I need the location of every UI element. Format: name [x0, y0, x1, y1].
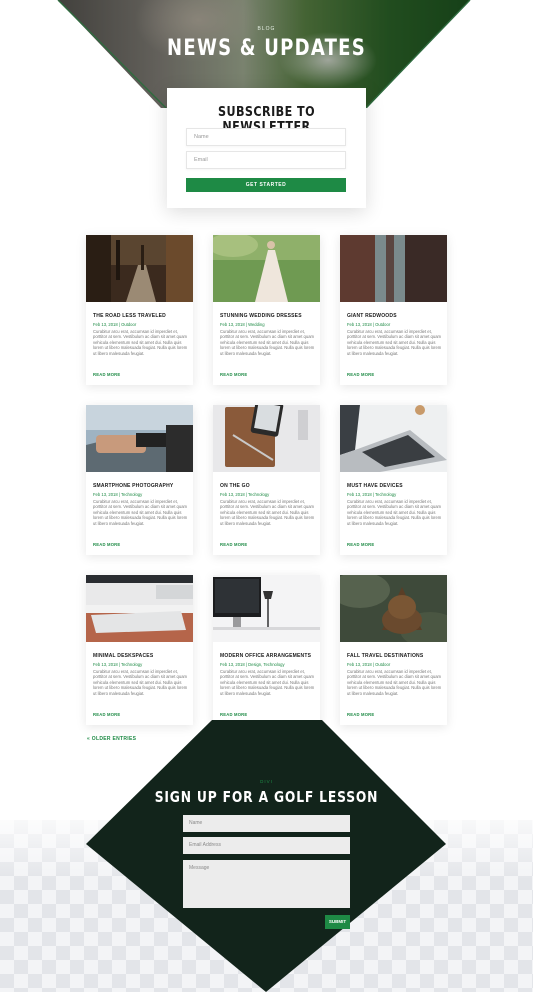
- phone-notebook-photo[interactable]: [213, 405, 320, 472]
- post-meta[interactable]: Feb 13, 2018 | Design, Technology: [220, 662, 285, 667]
- post-excerpt: Curabitur arcu erat, accumsan id imperdi…: [93, 669, 188, 696]
- blog-card: STUNNING WEDDING DRESSES Feb 13, 2018 | …: [213, 235, 320, 385]
- blog-card: SMARTPHONE PHOTOGRAPHY Feb 13, 2018 | Te…: [86, 405, 193, 555]
- post-meta[interactable]: Feb 13, 2018 | Wedding: [220, 322, 265, 327]
- post-excerpt: Curabitur arcu erat, accumsan id imperdi…: [220, 669, 315, 696]
- post-title[interactable]: MODERN OFFICE ARRANGEMENTS: [220, 653, 315, 659]
- newsletter-email-input[interactable]: Email: [186, 151, 346, 169]
- read-more-link[interactable]: READ MORE: [93, 542, 120, 547]
- post-excerpt: Curabitur arcu erat, accumsan id imperdi…: [347, 669, 442, 696]
- blog-card: ON THE GO Feb 13, 2018 | Technology Cura…: [213, 405, 320, 555]
- golf-message-textarea[interactable]: Message: [183, 860, 350, 908]
- post-excerpt: Curabitur arcu erat, accumsan id imperdi…: [220, 329, 315, 356]
- golf-signup-title: SIGN UP FOR A GOLF LESSON: [154, 788, 379, 806]
- newsletter-box: SUBSCRIBE TO NEWSLETTER Name Email GET S…: [167, 88, 366, 208]
- read-more-link[interactable]: READ MORE: [220, 712, 247, 717]
- smartphone-photo[interactable]: [86, 405, 193, 472]
- blog-card: MINIMAL DESKSPACES Feb 13, 2018 | Techno…: [86, 575, 193, 725]
- wedding-dress-photo[interactable]: [213, 235, 320, 302]
- pinecone-photo[interactable]: [340, 575, 447, 642]
- read-more-link[interactable]: READ MORE: [93, 372, 120, 377]
- golf-email-input[interactable]: Email Address: [183, 837, 350, 854]
- golf-eyebrow: DIVI: [260, 779, 273, 784]
- hero-eyebrow: Blog: [257, 26, 276, 32]
- post-meta[interactable]: Feb 13, 2018 | Outdoor: [93, 322, 136, 327]
- read-more-link[interactable]: READ MORE: [347, 372, 374, 377]
- post-excerpt: Curabitur arcu erat, accumsan id imperdi…: [347, 329, 442, 356]
- post-title[interactable]: FALL TRAVEL DESTINATIONS: [347, 653, 442, 659]
- post-title[interactable]: MINIMAL DESKSPACES: [93, 653, 188, 659]
- blog-card: MUST HAVE DEVICES Feb 13, 2018 | Technol…: [340, 405, 447, 555]
- post-excerpt: Curabitur arcu erat, accumsan id imperdi…: [220, 499, 315, 526]
- post-title[interactable]: MUST HAVE DEVICES: [347, 483, 442, 489]
- blog-card: FALL TRAVEL DESTINATIONS Feb 13, 2018 | …: [340, 575, 447, 725]
- read-more-link[interactable]: READ MORE: [220, 542, 247, 547]
- read-more-link[interactable]: READ MORE: [347, 542, 374, 547]
- post-meta[interactable]: Feb 13, 2018 | Outdoor: [347, 662, 390, 667]
- office-desk-photo[interactable]: [213, 575, 320, 642]
- read-more-link[interactable]: READ MORE: [347, 712, 374, 717]
- blog-card: GIANT REDWOODS Feb 13, 2018 | Outdoor Cu…: [340, 235, 447, 385]
- post-excerpt: Curabitur arcu erat, accumsan id imperdi…: [347, 499, 442, 526]
- post-title[interactable]: GIANT REDWOODS: [347, 313, 442, 319]
- laptop-photo[interactable]: [340, 405, 447, 472]
- post-title[interactable]: SMARTPHONE PHOTOGRAPHY: [93, 483, 188, 489]
- newsletter-name-input[interactable]: Name: [186, 128, 346, 146]
- get-started-button[interactable]: GET STARTED: [186, 178, 346, 192]
- read-more-link[interactable]: READ MORE: [93, 712, 120, 717]
- post-excerpt: Curabitur arcu erat, accumsan id imperdi…: [93, 329, 188, 356]
- keyboard-photo[interactable]: [86, 575, 193, 642]
- read-more-link[interactable]: READ MORE: [220, 372, 247, 377]
- post-title[interactable]: STUNNING WEDDING DRESSES: [220, 313, 315, 319]
- post-meta[interactable]: Feb 13, 2018 | Outdoor: [347, 322, 390, 327]
- blog-card: MODERN OFFICE ARRANGEMENTS Feb 13, 2018 …: [213, 575, 320, 725]
- page-title: NEWS & UPDATES: [167, 36, 366, 61]
- post-excerpt: Curabitur arcu erat, accumsan id imperdi…: [93, 499, 188, 526]
- post-meta[interactable]: Feb 13, 2018 | Technology: [93, 662, 142, 667]
- post-meta[interactable]: Feb 13, 2018 | Technology: [347, 492, 396, 497]
- golf-name-input[interactable]: Name: [183, 815, 350, 832]
- signup-diamond-background: [86, 720, 446, 992]
- submit-button[interactable]: SUBMIT: [325, 915, 350, 929]
- forest-road-photo[interactable]: [86, 235, 193, 302]
- post-meta[interactable]: Feb 13, 2018 | Technology: [93, 492, 142, 497]
- blog-card: THE ROAD LESS TRAVELED Feb 13, 2018 | Ou…: [86, 235, 193, 385]
- post-title[interactable]: ON THE GO: [220, 483, 315, 489]
- post-meta[interactable]: Feb 13, 2018 | Technology: [220, 492, 269, 497]
- post-title[interactable]: THE ROAD LESS TRAVELED: [93, 313, 188, 319]
- redwoods-photo[interactable]: [340, 235, 447, 302]
